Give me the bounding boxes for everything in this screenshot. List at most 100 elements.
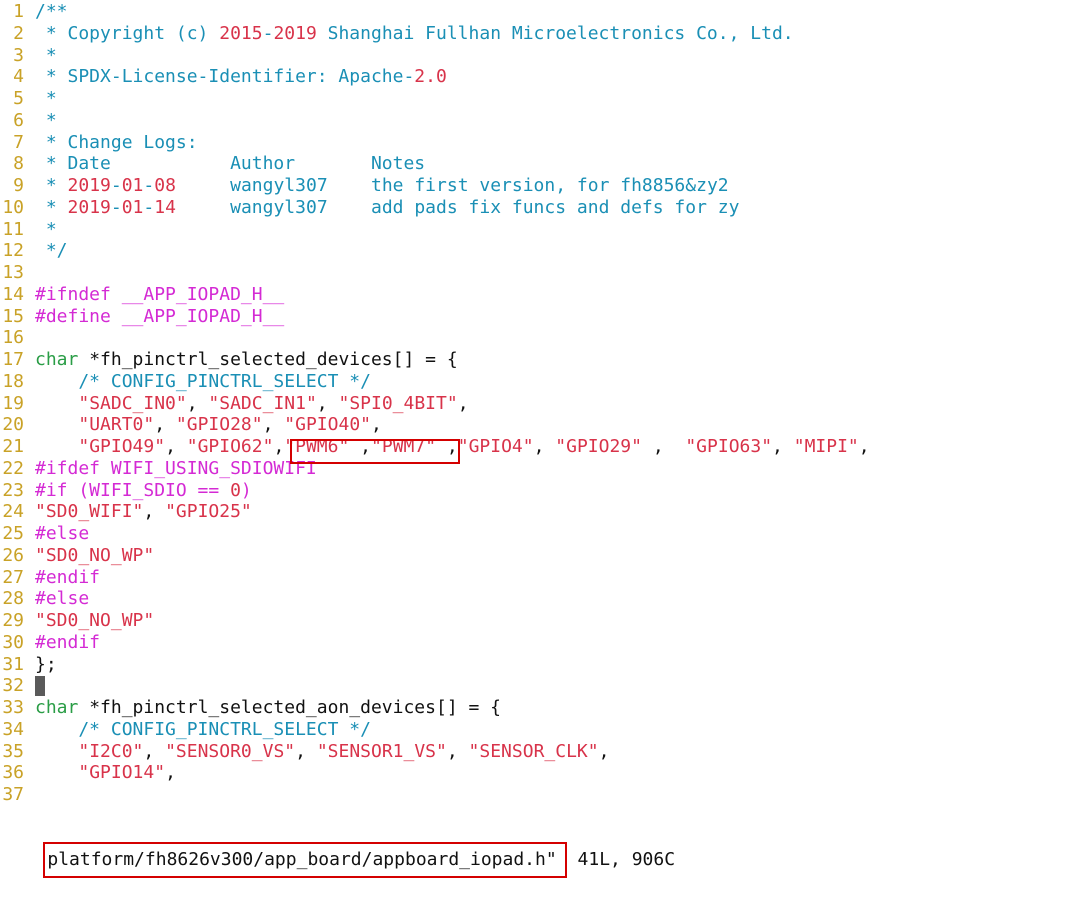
code-token: "GPIO14" (78, 762, 166, 784)
code-token: , (165, 436, 187, 457)
code-token: "SENSOR_CLK" (468, 740, 599, 762)
code-token: #else (35, 523, 90, 544)
code-token: , (772, 436, 794, 457)
code-token: "GPIO4" (457, 436, 534, 457)
line-number: 31 (2, 653, 24, 675)
line-number: 36 (2, 762, 24, 784)
line-number: 3 (13, 44, 24, 66)
code-token: "SPI0_4BIT" (338, 392, 458, 414)
code-line: 16 (0, 327, 35, 349)
code-token: , (165, 762, 176, 784)
code-token: /** (35, 1, 68, 22)
line-number: 1 (13, 1, 24, 22)
code-token: "GPIO28" (175, 414, 263, 436)
code-token: , (641, 436, 686, 457)
code-line: 8 * Date Author Notes (0, 153, 425, 175)
code-token: * (35, 196, 68, 218)
code-token: - (143, 196, 155, 218)
code-token: "MIPI" (793, 436, 859, 457)
line-number: 15 (2, 305, 24, 327)
code-token: *fh_pinctrl_selected_aon_devices[] = { (78, 697, 501, 718)
code-line: 33 char *fh_pinctrl_selected_aon_devices[… (0, 697, 501, 719)
code-token: #endif (35, 566, 101, 588)
code-token: #ifndef __APP_IOPAD_H__ (35, 283, 285, 305)
code-token: "SADC_IN0" (78, 392, 187, 414)
code-token: "GPIO40" (284, 414, 371, 436)
code-token: ) (240, 479, 252, 501)
line-number: 37 (2, 784, 24, 805)
code-token: 01 (121, 196, 144, 218)
code-token: , (533, 436, 556, 457)
code-line: 14 #ifndef __APP_IOPAD_H__ (0, 284, 284, 306)
code-token: - (262, 22, 274, 44)
code-token: * (35, 88, 57, 109)
status-filename: platform/fh8626v300/app_board/appboard_i… (43, 842, 567, 878)
code-token: , (457, 392, 469, 414)
code-token: wangyl307 add pads fix funcs and defs fo… (175, 196, 740, 218)
line-number: 6 (13, 109, 24, 131)
line-number: 35 (2, 740, 24, 762)
code-token: , (262, 414, 285, 436)
code-token: #if (WIFI_SDIO == (35, 479, 231, 501)
code-token: wangyl307 the first version, for fh8856&… (175, 175, 729, 196)
code-token: 2.0 (414, 66, 447, 88)
code-token: "SD0_WIFI" (35, 501, 144, 523)
code-token: * Copyright (c) (35, 22, 220, 44)
code-token: 2019 (67, 196, 111, 218)
code-token: * Date Author Notes (35, 153, 426, 175)
code-token: "I2C0" (78, 740, 144, 762)
line-number: 10 (2, 196, 24, 218)
line-number: 26 (2, 544, 24, 566)
code-token: "SENSOR0_VS" (165, 740, 296, 762)
code-token: , (598, 740, 610, 762)
line-number: 11 (2, 218, 24, 240)
line-number: 27 (2, 566, 24, 588)
line-number: 12 (2, 240, 24, 262)
status-bar: platform/fh8626v300/app_board/appboard_i… (0, 806, 1080, 878)
code-token: 0 (230, 479, 241, 501)
code-token: 2019 (67, 175, 111, 196)
code-token: "SD0_NO_WP" (35, 544, 155, 566)
code-token: * SPDX-License-Identifier: Apache- (35, 66, 415, 88)
code-token: * (35, 218, 57, 240)
code-line: 10 * 2019-01-14 wangyl307 add pads fix f… (0, 197, 739, 219)
line-number: 21 (2, 436, 24, 457)
line-number: 20 (2, 414, 24, 436)
code-line: 15 #define __APP_IOPAD_H__ (0, 306, 284, 328)
code-token: , (273, 436, 285, 457)
code-line: 36 "GPIO14", (0, 762, 176, 784)
code-line: 3 * (0, 45, 57, 67)
code-token: * (35, 44, 57, 66)
code-line: 30 #endif (0, 632, 100, 654)
code-token: "GPIO62" (186, 436, 274, 457)
code-editor[interactable]: 1/** 2 * Copyright (c) 2015-2019 Shanghai… (0, 0, 1080, 878)
code-token: #endif (35, 631, 101, 653)
code-token: #ifdef WIFI_USING_SDIOWIFI (35, 457, 317, 479)
code-token: - (143, 175, 155, 196)
code-line: 13 (0, 262, 35, 284)
line-number: 17 (2, 349, 24, 370)
code-line: 35 "I2C0", "SENSOR0_VS", "SENSOR1_VS", "… (0, 741, 609, 763)
line-number: 32 (2, 675, 24, 697)
code-token: }; (35, 653, 57, 675)
line-number: 7 (13, 131, 24, 153)
code-line: 12 */ (0, 240, 67, 262)
code-token: Shanghai Fullhan Microelectronics Co., L… (316, 22, 794, 44)
code-token: "GPIO63" (685, 436, 773, 457)
code-line: 7 * Change Logs: (0, 131, 197, 154)
code-token: 2019 (273, 22, 317, 44)
code-line: 4 * SPDX-License-Identifier: Apache-2.0 (0, 66, 447, 88)
code-line: 26 "SD0_NO_WP" (0, 545, 154, 567)
code-line: 27 #endif (0, 567, 100, 589)
code-line: 25 #else (0, 523, 89, 545)
code-token: , (316, 392, 339, 414)
code-token: , (371, 414, 382, 436)
code-line: 24 "SD0_WIFI", "GPIO25" (0, 501, 251, 523)
code-token: char (35, 697, 79, 718)
code-token: , (143, 501, 166, 523)
code-token: #else (35, 588, 90, 610)
code-token: *fh_pinctrl_selected_devices[] = { (78, 349, 458, 370)
